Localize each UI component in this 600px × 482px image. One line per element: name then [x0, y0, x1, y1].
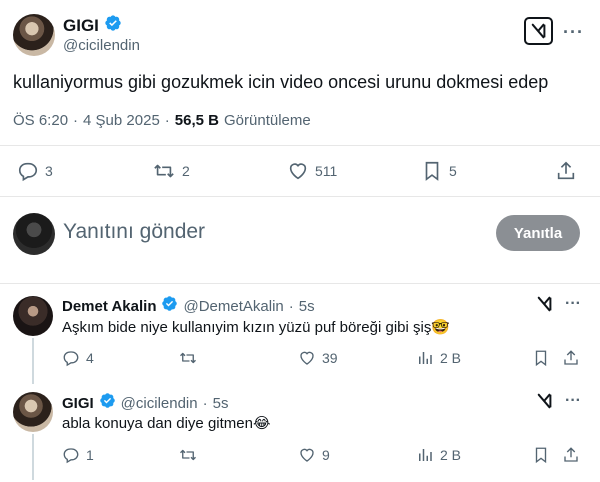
reply-input[interactable]: Yanıtını gönder [63, 220, 205, 244]
author-handle[interactable]: @DemetAkalin [183, 298, 283, 315]
avatar[interactable] [13, 14, 55, 56]
separator: · [288, 297, 294, 315]
reply-icon [63, 351, 79, 367]
divider [0, 145, 600, 146]
share-button[interactable] [562, 349, 580, 367]
reply-count: 1 [86, 447, 94, 463]
grok-icon[interactable] [536, 392, 554, 415]
divider [0, 283, 600, 284]
separator: · [164, 112, 170, 129]
more-options-button[interactable]: ··· [563, 22, 584, 43]
reply-icon [18, 162, 38, 182]
repost-count: 2 [182, 163, 190, 179]
divider [0, 196, 600, 197]
like-count: 511 [315, 163, 338, 179]
separator: · [73, 112, 79, 129]
bookmark-icon [535, 350, 547, 367]
heart-icon [289, 163, 307, 180]
more-options-button[interactable]: ··· [565, 392, 581, 410]
heart-icon [300, 448, 314, 462]
author-name[interactable]: GIGI [63, 16, 99, 36]
repost-icon [180, 352, 196, 364]
reply-age[interactable]: 5s [213, 395, 229, 412]
reply-submit-button[interactable]: Yanıtla [496, 215, 580, 251]
reply-text: Aşkım bide niye kullanıyim kızın yüzü pu… [62, 319, 451, 336]
reply-submit-label: Yanıtla [513, 224, 563, 242]
verified-badge-icon [161, 295, 178, 317]
reply-count: 3 [45, 163, 53, 179]
reply-icon [63, 448, 79, 464]
like-count: 39 [322, 350, 338, 366]
reply-button[interactable]: 1 [62, 446, 94, 464]
views-chart-icon [419, 352, 432, 364]
share-button[interactable] [562, 446, 580, 464]
tweet-date[interactable]: 4 Şub 2025 [83, 112, 160, 129]
reply-button[interactable]: 3 [17, 160, 53, 182]
bookmark-icon [425, 161, 439, 181]
avatar[interactable] [13, 296, 53, 336]
repost-icon [154, 164, 174, 178]
views-count: 2 B [440, 447, 462, 463]
share-icon [564, 447, 578, 462]
avatar[interactable] [13, 392, 53, 432]
views-button[interactable]: 2 B [416, 446, 461, 464]
reply-text: abla konuya dan diye gitmen😂 [62, 415, 271, 432]
like-count: 9 [322, 447, 330, 463]
repost-button[interactable] [178, 446, 204, 464]
heart-icon [300, 351, 314, 365]
share-icon [557, 161, 575, 180]
thread-line [32, 434, 34, 480]
bookmark-button[interactable] [532, 446, 550, 464]
bookmark-count: 5 [449, 163, 457, 179]
views-label: Görüntüleme [224, 112, 311, 129]
reply-age[interactable]: 5s [299, 298, 315, 315]
bookmark-button[interactable]: 5 [421, 160, 457, 182]
repost-button[interactable]: 2 [152, 160, 190, 182]
like-button[interactable]: 9 [298, 446, 330, 464]
avatar[interactable] [13, 213, 55, 255]
more-options-button[interactable]: ··· [565, 295, 581, 313]
like-button[interactable]: 511 [287, 160, 337, 182]
verified-badge-icon [104, 14, 122, 37]
tweet-text: kullaniyormus gibi gozukmek icin video o… [13, 72, 549, 92]
author-name[interactable]: Demet Akalin [62, 298, 156, 315]
author-handle[interactable]: @cicilendin [121, 395, 198, 412]
tweet-time[interactable]: ÖS 6:20 [13, 112, 68, 129]
grok-button[interactable] [524, 17, 553, 45]
verified-badge-icon [99, 392, 116, 414]
author-handle[interactable]: @cicilendin [63, 37, 140, 54]
grok-icon[interactable] [536, 295, 554, 318]
views-count: 2 B [440, 350, 462, 366]
separator: · [202, 394, 208, 412]
reply-button[interactable]: 4 [62, 349, 94, 367]
repost-icon [180, 449, 196, 461]
author-name[interactable]: GIGI [62, 395, 94, 412]
bookmark-button[interactable] [532, 349, 550, 367]
share-button[interactable] [555, 160, 577, 182]
repost-button[interactable] [178, 349, 204, 367]
views-chart-icon [419, 449, 432, 461]
views-button[interactable]: 2 B [416, 349, 461, 367]
views-count: 56,5 B [174, 112, 219, 129]
bookmark-icon [535, 447, 547, 464]
thread-line [32, 338, 34, 384]
share-icon [564, 350, 578, 365]
grok-icon [531, 23, 545, 39]
like-button[interactable]: 39 [298, 349, 338, 367]
reply-count: 4 [86, 350, 94, 366]
